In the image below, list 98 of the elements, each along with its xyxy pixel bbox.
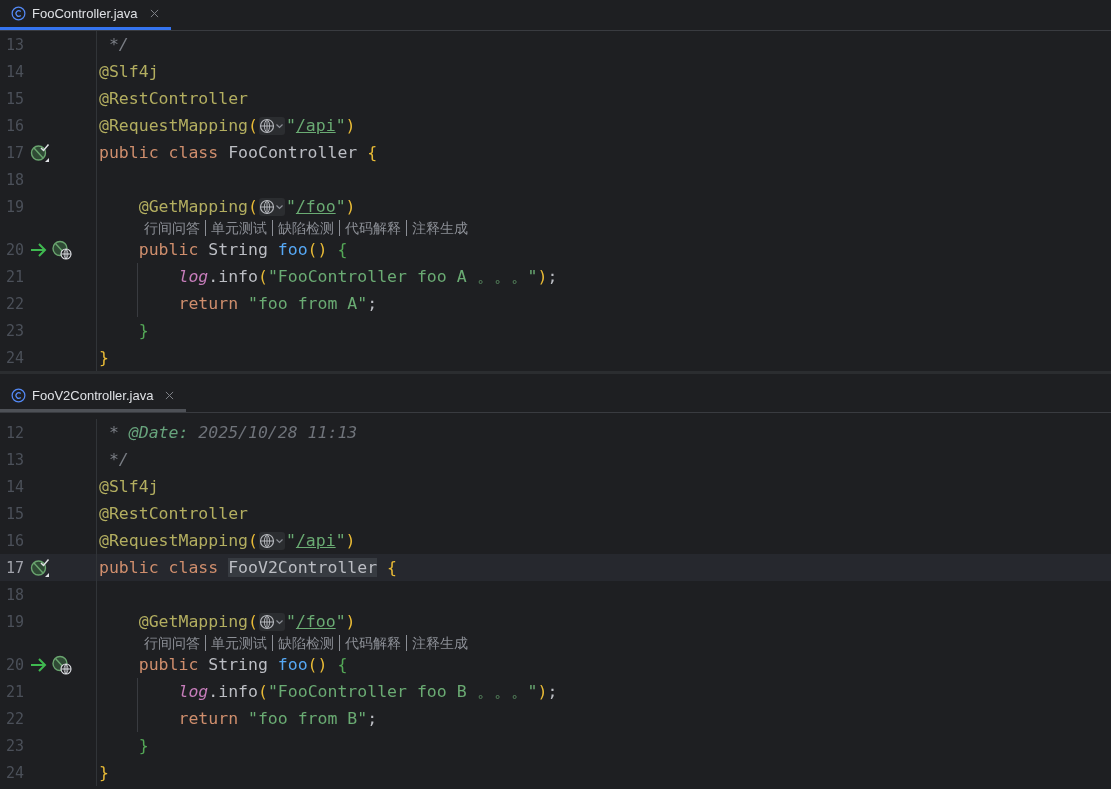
globe-dropdown-icon[interactable] (258, 612, 285, 631)
annotation: @Slf4j (99, 477, 159, 496)
class-icon (11, 388, 26, 403)
annotation: @GetMapping (138, 197, 248, 216)
close-icon[interactable] (165, 391, 175, 400)
code-text: ; (367, 294, 378, 313)
bracket: { (337, 655, 348, 674)
code-comment: */ (107, 35, 129, 54)
file-tab[interactable]: FooV2Controller.java (0, 382, 187, 412)
bracket: } (138, 736, 149, 755)
code-text: ; (547, 682, 558, 701)
method-name: foo (277, 240, 308, 259)
bracket: ) (537, 267, 548, 286)
annotation: @RestController (99, 89, 248, 108)
bracket: } (138, 321, 149, 340)
doc-tag: @Date: (128, 423, 189, 442)
circle-globe-icon[interactable] (52, 239, 72, 260)
bracket: () (307, 240, 328, 259)
string-literal: " (285, 612, 296, 631)
code-text: String (208, 655, 268, 674)
circle-globe-icon[interactable] (52, 654, 72, 675)
code-vision-link[interactable]: 单元测试 (204, 635, 272, 651)
keyword: public (138, 655, 199, 674)
field-name: log (178, 682, 209, 701)
keyword: return (178, 709, 239, 728)
url-path: /api (295, 531, 336, 550)
field-name: log (178, 267, 209, 286)
annotation: @Slf4j (99, 62, 159, 81)
bracket: { (367, 143, 378, 162)
circle-check-icon[interactable] (30, 557, 50, 578)
class-name: FooV2Controller (228, 558, 378, 577)
annotation: @RequestMapping (99, 531, 248, 550)
string-literal: "foo from A" (248, 294, 368, 313)
string-literal: " (335, 531, 346, 550)
bracket: ) (345, 612, 356, 631)
code-text: ; (547, 267, 558, 286)
code-vision-link[interactable]: 代码解释 (338, 635, 406, 651)
annotation: @RestController (99, 504, 248, 523)
string-literal: "FooController foo A 。。。" (267, 265, 538, 288)
string-literal: "FooController foo B 。。。" (267, 680, 538, 703)
globe-dropdown-icon[interactable] (258, 531, 285, 550)
url-path: /foo (295, 197, 336, 216)
file-tab[interactable]: FooController.java (0, 0, 171, 30)
code-comment: * (107, 423, 119, 442)
url-path: /foo (295, 612, 336, 631)
code-vision-link[interactable]: 缺陷检测 (271, 635, 339, 651)
code-vision-link[interactable]: 行间问答 (138, 220, 205, 236)
globe-dropdown-icon[interactable] (258, 197, 285, 216)
line-number: 17 (5, 558, 26, 577)
bracket: { (337, 240, 348, 259)
code-vision-link[interactable]: 单元测试 (204, 220, 272, 236)
code-text: ; (367, 709, 378, 728)
code-vision-link[interactable]: 行间问答 (138, 635, 205, 651)
bracket: ) (537, 682, 548, 701)
bracket: { (387, 558, 397, 577)
bracket: } (99, 348, 109, 367)
code-vision-link[interactable]: 缺陷检测 (271, 220, 339, 236)
keyword: return (178, 294, 239, 313)
code-vision-link[interactable]: 代码解释 (338, 220, 406, 236)
bracket: ( (257, 682, 268, 701)
method-name: foo (277, 655, 308, 674)
code-text: .info (208, 267, 258, 286)
keyword: public class (99, 558, 219, 577)
keyword: public class (99, 143, 219, 162)
bracket: () (307, 655, 328, 674)
bracket: ) (345, 116, 356, 135)
arrow-right-icon[interactable] (30, 240, 48, 259)
string-literal: " (285, 197, 296, 216)
string-literal: " (285, 531, 296, 550)
code-text: String (208, 240, 268, 259)
string-literal: "foo from B" (248, 709, 368, 728)
code-text: .info (208, 682, 258, 701)
close-icon[interactable] (149, 9, 159, 18)
circle-check-icon[interactable] (30, 142, 50, 163)
code-vision-link[interactable]: 注释生成 (405, 220, 473, 236)
string-literal: " (285, 116, 296, 135)
bracket: ( (248, 197, 258, 216)
class-icon (11, 6, 26, 21)
code-vision-link[interactable]: 注释生成 (405, 635, 473, 651)
arrow-right-icon[interactable] (30, 655, 48, 674)
string-literal: " (335, 116, 346, 135)
bracket: ( (248, 612, 258, 631)
globe-dropdown-icon[interactable] (258, 116, 285, 135)
bracket: } (99, 763, 109, 782)
bracket: ) (345, 531, 356, 550)
keyword: public (138, 240, 199, 259)
doc-text: 2025/10/28 11:13 (198, 423, 358, 442)
string-literal: " (335, 612, 346, 631)
bracket: ( (248, 116, 258, 135)
url-path: /api (295, 116, 336, 135)
annotation: @RequestMapping (99, 116, 248, 135)
code-comment: */ (107, 450, 129, 469)
annotation: @GetMapping (138, 612, 248, 631)
bracket: ( (248, 531, 258, 550)
bracket: ) (345, 197, 356, 216)
bracket: ( (257, 267, 268, 286)
string-literal: " (335, 197, 346, 216)
code-text: FooController (228, 143, 358, 162)
